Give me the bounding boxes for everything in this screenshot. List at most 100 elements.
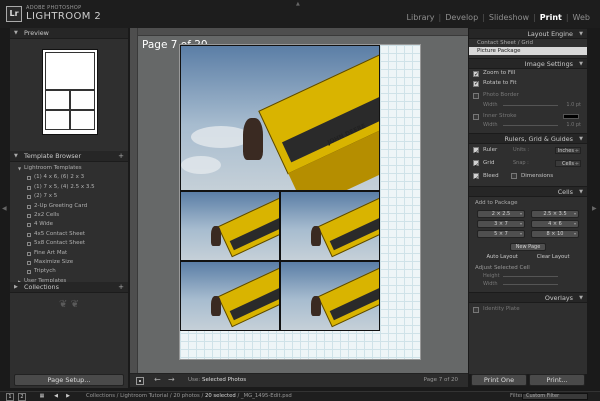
ruler-checkbox[interactable] (473, 146, 479, 159)
inner-stroke-row[interactable]: Inner Stroke (469, 112, 587, 122)
clear-layout-button[interactable]: Clear Layout (537, 254, 570, 260)
zoom-to-fill-row[interactable]: Zoom to Fill (469, 69, 587, 79)
template-item[interactable]: Maximize Size (10, 258, 128, 267)
grid-view-icon[interactable]: ▦ (38, 393, 46, 401)
template-preview (10, 39, 128, 151)
template-browser-header[interactable]: ▼ Template Browser + (10, 151, 128, 162)
template-item[interactable]: Fine Art Mat (10, 249, 128, 258)
slider-track[interactable] (503, 125, 558, 126)
first-page-button[interactable] (136, 377, 144, 385)
size-button-8x10[interactable]: 8 × 10 (531, 230, 579, 238)
module-slideshow[interactable]: Slideshow (485, 13, 533, 22)
cell-width-slider[interactable]: Width (469, 280, 587, 288)
collections-header[interactable]: ▶ Collections + (10, 282, 128, 293)
collapse-right-icon[interactable]: ▶ (592, 205, 597, 212)
bleed-checkbox[interactable] (473, 172, 479, 185)
photo-cell-small[interactable] (180, 191, 280, 261)
size-button-3x7[interactable]: 3 × 7 (477, 220, 525, 228)
template-item[interactable]: (1) 4 x 6, (6) 2 x 3 (10, 173, 128, 182)
photo-cell-small[interactable] (280, 261, 380, 331)
dimensions-checkbox[interactable] (511, 173, 517, 179)
preview-header[interactable]: ▼ Preview (10, 28, 128, 39)
back-icon[interactable]: ◀ (52, 393, 60, 401)
forward-icon[interactable]: ▶ (64, 393, 72, 401)
template-item[interactable]: (1) 7 x 5, (4) 2.5 x 3.5 (10, 183, 128, 192)
snap-select[interactable]: Cells (555, 160, 581, 167)
units-select[interactable]: Inches (555, 147, 581, 154)
module-develop[interactable]: Develop (441, 13, 482, 22)
new-page-button[interactable]: New Page (510, 243, 546, 251)
collapse-left-icon[interactable]: ◀ (2, 205, 7, 212)
rotate-to-fit-checkbox[interactable] (473, 79, 479, 89)
border-width-slider[interactable]: Width 1.0 pt (469, 101, 587, 109)
photo-cell-small[interactable] (280, 191, 380, 261)
second-screen-button[interactable]: 2 (18, 393, 26, 401)
template-icon (27, 223, 31, 228)
identity-plate-row[interactable]: Identity Plate (469, 305, 587, 315)
grid-checkbox[interactable] (473, 159, 479, 172)
ruler-row[interactable]: Ruler Units : Inches (469, 144, 587, 159)
size-button-5x7[interactable]: 5 × 7 (477, 230, 525, 238)
page-setup-button[interactable]: Page Setup... (14, 374, 124, 386)
overlays-header[interactable]: Overlays ▼ (469, 292, 587, 303)
auto-layout-button[interactable]: Auto Layout (486, 254, 517, 260)
template-item[interactable]: 4x5 Contact Sheet (10, 230, 128, 239)
photo-cell-small[interactable] (180, 261, 280, 331)
folder-lightroom-templates[interactable]: ▼ Lightroom Templates (10, 164, 128, 173)
slider-track[interactable] (503, 284, 558, 285)
size-button-2x2.5[interactable]: 2 × 2.5 (477, 210, 525, 218)
template-item[interactable]: 4 Wide (10, 220, 128, 229)
grid-row[interactable]: Grid Snap : Cells (469, 157, 587, 172)
rotate-to-fit-row[interactable]: Rotate to Fit (469, 79, 587, 89)
preview-cell (45, 52, 95, 90)
engine-picture-package[interactable]: Picture Package (469, 47, 587, 55)
template-label: 4 Wide (34, 221, 53, 228)
inner-stroke-checkbox[interactable] (473, 113, 479, 120)
print-one-button[interactable]: Print One (471, 374, 527, 386)
engine-contact-sheet[interactable]: Contact Sheet / Grid (469, 39, 587, 47)
zoom-to-fill-checkbox[interactable] (473, 70, 479, 79)
photo-person (311, 296, 321, 316)
use-selector[interactable]: Selected Photos (202, 377, 246, 383)
template-item[interactable]: 2-Up Greeting Card (10, 202, 128, 211)
collapse-triangle-icon: ▶ (14, 284, 18, 290)
print-button[interactable]: Print... (529, 374, 585, 386)
module-library[interactable]: Library (403, 13, 439, 22)
slider-track[interactable] (503, 104, 558, 106)
photo-cell-large[interactable]: JOHN DEERE (180, 45, 380, 191)
identity-plate-checkbox[interactable] (473, 307, 479, 313)
slider-track[interactable] (503, 276, 558, 277)
module-print[interactable]: Print (536, 13, 566, 22)
next-page-icon[interactable]: → (168, 375, 175, 384)
cell-height-slider[interactable]: Height (469, 272, 587, 280)
add-collection-icon[interactable]: + (118, 282, 124, 293)
size-button-4x6[interactable]: 4 × 6 (531, 220, 579, 228)
template-item[interactable]: 2x2 Cells (10, 211, 128, 220)
template-item[interactable]: Triptych (10, 267, 128, 276)
filter-select[interactable]: Custom Filter (522, 393, 588, 400)
stroke-color-swatch[interactable] (563, 113, 579, 119)
photo-border-row[interactable]: Photo Border (469, 91, 587, 101)
template-icon (27, 176, 31, 181)
stroke-width-slider[interactable]: Width 1.0 pt (469, 121, 587, 129)
previous-page-icon[interactable]: ← (154, 375, 161, 384)
preview-cell (70, 110, 95, 130)
collapse-top-icon[interactable]: ▲ (296, 1, 300, 7)
cells-header[interactable]: Cells ▼ (469, 186, 587, 197)
template-item[interactable]: 5x8 Contact Sheet (10, 239, 128, 248)
module-picker: Library | Develop | Slideshow | Print | … (403, 13, 594, 22)
add-template-icon[interactable]: + (118, 151, 124, 162)
image-settings-header[interactable]: Image Settings ▼ (469, 58, 587, 69)
page-count: Page 7 of 20 (423, 377, 458, 383)
preview-cell (45, 110, 70, 130)
main-screen-button[interactable]: 1 (6, 393, 14, 401)
size-button-2.5x3.5[interactable]: 2.5 × 3.5 (531, 210, 579, 218)
layout-engine-header[interactable]: Layout Engine ▼ (469, 28, 587, 39)
template-item[interactable]: (2) 7 x 5 (10, 192, 128, 201)
module-web[interactable]: Web (569, 13, 594, 22)
bleed-row[interactable]: Bleed Dimensions (469, 170, 587, 185)
preview-cell (70, 90, 95, 110)
rulers-grid-guides-header[interactable]: Rulers, Grid & Guides ▼ (469, 133, 587, 144)
width-label: Width (483, 122, 498, 128)
photo-border-checkbox[interactable] (473, 93, 479, 99)
